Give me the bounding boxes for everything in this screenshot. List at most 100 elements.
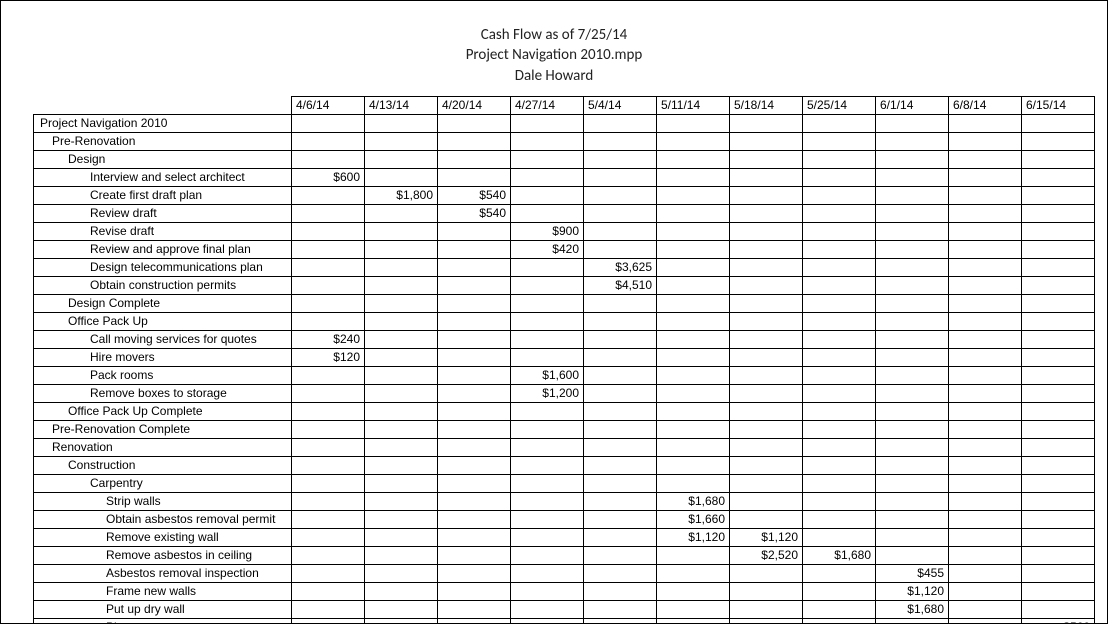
value-cell	[949, 276, 1022, 294]
task-name-cell: Remove existing wall	[34, 528, 292, 546]
value-cell	[1022, 546, 1095, 564]
value-cell	[657, 312, 730, 330]
value-cell	[876, 384, 949, 402]
value-cell	[438, 528, 511, 546]
column-header-date: 6/1/14	[876, 96, 949, 114]
value-cell	[1022, 384, 1095, 402]
task-name-cell: Obtain construction permits	[34, 276, 292, 294]
value-cell	[730, 330, 803, 348]
value-cell	[803, 384, 876, 402]
value-cell	[949, 456, 1022, 474]
value-cell	[730, 582, 803, 600]
table-row: Frame new walls$1,120	[34, 582, 1095, 600]
value-cell	[1022, 132, 1095, 150]
value-cell	[803, 438, 876, 456]
table-row: Design	[34, 150, 1095, 168]
task-name-cell: Revise draft	[34, 222, 292, 240]
value-cell	[730, 312, 803, 330]
value-cell: $1,680	[876, 600, 949, 618]
task-name-cell: Design telecommunications plan	[34, 258, 292, 276]
task-name-cell: Pre-Renovation Complete	[34, 420, 292, 438]
value-cell	[730, 258, 803, 276]
value-cell	[803, 366, 876, 384]
value-cell	[365, 492, 438, 510]
value-cell	[876, 186, 949, 204]
table-row: Review and approve final plan$420	[34, 240, 1095, 258]
report-author: Dale Howard	[1, 66, 1107, 86]
value-cell	[730, 492, 803, 510]
value-cell	[949, 384, 1022, 402]
value-cell	[803, 168, 876, 186]
value-cell	[511, 114, 584, 132]
value-cell	[511, 168, 584, 186]
task-name-cell: Obtain asbestos removal permit	[34, 510, 292, 528]
value-cell	[511, 186, 584, 204]
task-name-cell: Pre-Renovation	[34, 132, 292, 150]
value-cell	[365, 528, 438, 546]
value-cell	[438, 492, 511, 510]
value-cell	[803, 204, 876, 222]
column-header-date: 4/20/14	[438, 96, 511, 114]
value-cell	[511, 294, 584, 312]
value-cell	[438, 474, 511, 492]
value-cell	[584, 222, 657, 240]
value-cell	[876, 168, 949, 186]
value-cell	[292, 582, 365, 600]
value-cell	[657, 456, 730, 474]
table-row: Asbestos removal inspection$455	[34, 564, 1095, 582]
value-cell	[876, 258, 949, 276]
value-cell	[803, 186, 876, 204]
value-cell	[438, 276, 511, 294]
value-cell: $4,510	[584, 276, 657, 294]
value-cell	[949, 240, 1022, 258]
value-cell	[438, 150, 511, 168]
value-cell	[292, 150, 365, 168]
value-cell: $1,600	[511, 366, 584, 384]
value-cell	[438, 456, 511, 474]
value-cell	[511, 258, 584, 276]
value-cell	[584, 582, 657, 600]
value-cell	[1022, 420, 1095, 438]
value-cell: $1,120	[730, 528, 803, 546]
value-cell	[730, 132, 803, 150]
table-row: Put up dry wall $1,680	[34, 600, 1095, 618]
value-cell: $540	[438, 186, 511, 204]
value-cell	[584, 600, 657, 618]
value-cell	[584, 204, 657, 222]
value-cell	[949, 114, 1022, 132]
value-cell	[803, 618, 876, 624]
value-cell	[438, 600, 511, 618]
task-name-cell: Office Pack Up Complete	[34, 402, 292, 420]
value-cell	[438, 330, 511, 348]
value-cell	[584, 474, 657, 492]
value-cell	[876, 510, 949, 528]
value-cell	[584, 240, 657, 258]
table-row: Design telecommunications plan$3,625	[34, 258, 1095, 276]
value-cell	[730, 420, 803, 438]
value-cell: $420	[511, 240, 584, 258]
value-cell	[365, 420, 438, 438]
value-cell	[949, 420, 1022, 438]
value-cell	[803, 330, 876, 348]
table-row: Project Navigation 2010	[34, 114, 1095, 132]
value-cell	[292, 312, 365, 330]
value-cell	[584, 312, 657, 330]
column-header-date: 5/4/14	[584, 96, 657, 114]
table-row: Strip walls$1,680	[34, 492, 1095, 510]
value-cell	[876, 240, 949, 258]
value-cell	[876, 132, 949, 150]
value-cell	[657, 132, 730, 150]
task-name-cell: Create first draft plan	[34, 186, 292, 204]
task-name-cell: Interview and select architect	[34, 168, 292, 186]
table-row: Pre-Renovation	[34, 132, 1095, 150]
value-cell	[1022, 294, 1095, 312]
value-cell	[949, 510, 1022, 528]
value-cell: $1,200	[511, 384, 584, 402]
table-row: Revise draft$900	[34, 222, 1095, 240]
value-cell	[1022, 510, 1095, 528]
value-cell	[511, 474, 584, 492]
task-name-cell: Put up dry wall	[34, 600, 292, 618]
value-cell	[584, 132, 657, 150]
value-cell	[803, 582, 876, 600]
value-cell	[657, 384, 730, 402]
